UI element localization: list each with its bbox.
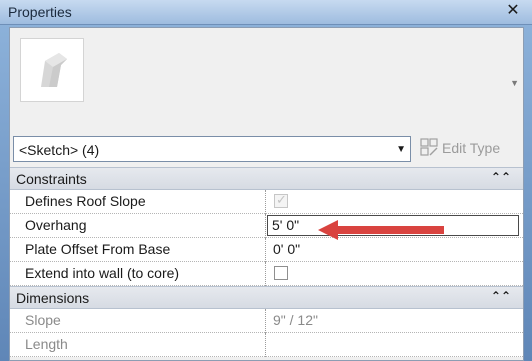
plate-offset-value[interactable]: 0' 0" bbox=[273, 241, 300, 257]
edit-type-icon bbox=[420, 138, 438, 156]
property-row-length[interactable]: Length bbox=[10, 333, 523, 357]
close-icon[interactable]: ✕ bbox=[504, 2, 522, 20]
title-bar[interactable]: Properties ✕ bbox=[0, 0, 532, 25]
property-name: Slope bbox=[25, 312, 61, 328]
property-row-plate-offset[interactable]: Plate Offset From Base 0' 0" bbox=[10, 238, 523, 262]
group-label: Dimensions bbox=[16, 290, 90, 306]
overhang-value: 5' 0" bbox=[272, 217, 300, 233]
column-divider bbox=[265, 309, 266, 333]
preview-scroll-arrow-icon[interactable]: ▼ bbox=[510, 78, 519, 88]
property-name: Defines Roof Slope bbox=[25, 193, 146, 209]
type-preview-area: ▼ bbox=[10, 28, 523, 131]
property-name: Plate Offset From Base bbox=[25, 241, 171, 257]
type-selector-dropdown[interactable]: <Sketch> (4) ▼ bbox=[13, 136, 411, 162]
property-row-overhang[interactable]: Overhang 5' 0" bbox=[10, 214, 523, 238]
group-header-constraints[interactable]: Constraints ⌃⌃ bbox=[10, 167, 523, 190]
group-label: Constraints bbox=[16, 171, 87, 187]
check-mark-icon: ✓ bbox=[276, 192, 287, 207]
property-row-slope[interactable]: Slope 9" / 12" bbox=[10, 309, 523, 333]
column-divider bbox=[265, 214, 266, 238]
property-name: Extend into wall (to core) bbox=[25, 265, 180, 281]
collapse-icon[interactable]: ⌃⌃ bbox=[491, 289, 511, 303]
property-row-extend-into-wall[interactable]: Extend into wall (to core) bbox=[10, 262, 523, 286]
property-name: Length bbox=[25, 336, 68, 352]
property-name: Overhang bbox=[25, 217, 87, 233]
extend-into-wall-checkbox[interactable] bbox=[274, 266, 288, 280]
group-header-dimensions[interactable]: Dimensions ⌃⌃ bbox=[10, 286, 523, 309]
column-divider bbox=[265, 238, 266, 262]
column-divider bbox=[265, 190, 266, 214]
properties-panel: ▼ <Sketch> (4) ▼ Edit Type Constraints ⌃… bbox=[9, 27, 524, 361]
dropdown-arrow-icon[interactable]: ▼ bbox=[396, 144, 406, 155]
type-selector-value: <Sketch> (4) bbox=[19, 142, 100, 158]
roof-type-preview-icon bbox=[20, 38, 84, 102]
property-row-defines-roof-slope[interactable]: Defines Roof Slope ✓ bbox=[10, 190, 523, 214]
properties-window: Properties ✕ ▼ <Sketch> (4) ▼ Edit Type … bbox=[0, 0, 532, 361]
window-title: Properties bbox=[8, 4, 72, 20]
collapse-icon[interactable]: ⌃⌃ bbox=[491, 170, 511, 184]
column-divider bbox=[265, 262, 266, 286]
slope-value: 9" / 12" bbox=[273, 312, 318, 328]
annotation-arrow bbox=[318, 220, 444, 240]
defines-roof-slope-checkbox[interactable]: ✓ bbox=[274, 192, 288, 208]
edit-type-button[interactable]: Edit Type bbox=[416, 135, 521, 161]
edit-type-label: Edit Type bbox=[442, 140, 501, 156]
properties-grid: Constraints ⌃⌃ Defines Roof Slope ✓ Over… bbox=[10, 167, 523, 357]
column-divider bbox=[265, 333, 266, 357]
